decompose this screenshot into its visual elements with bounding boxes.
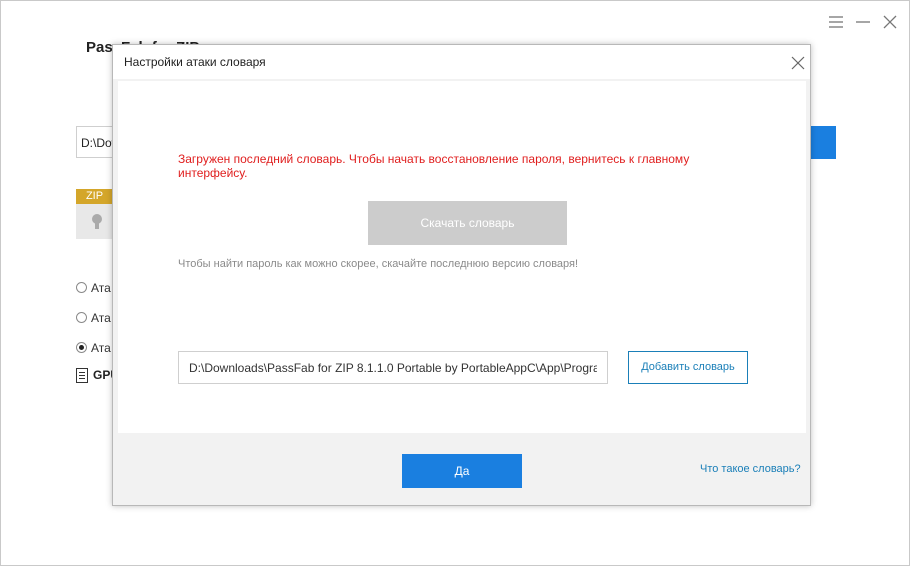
close-icon[interactable] bbox=[790, 55, 806, 71]
attack-type-radio-1[interactable] bbox=[76, 282, 87, 293]
download-hint: Чтобы найти пароль как можно скорее, ска… bbox=[178, 258, 579, 270]
add-dictionary-button[interactable]: Добавить словарь bbox=[628, 351, 748, 384]
zip-file-thumbnail bbox=[76, 204, 113, 239]
document-icon bbox=[76, 368, 88, 383]
close-icon[interactable] bbox=[881, 13, 899, 31]
dialog-title: Настройки атаки словаря bbox=[124, 55, 266, 69]
attack-type-radio-2[interactable] bbox=[76, 312, 87, 323]
dictionary-settings-dialog: Настройки атаки словаря Загружен последн… bbox=[112, 44, 811, 506]
zip-badge: ZIP bbox=[76, 189, 113, 204]
ok-button[interactable]: Да bbox=[402, 454, 522, 488]
attack-type-label-2: Ата bbox=[91, 311, 111, 325]
menu-icon[interactable] bbox=[827, 13, 845, 31]
lock-icon bbox=[92, 214, 102, 229]
dialog-body: Загружен последний словарь. Чтобы начать… bbox=[118, 81, 806, 433]
dialog-header: Настройки атаки словаря bbox=[113, 45, 810, 79]
app-window: PassFab for ZIP D:\Dow ZIP Ата Ата Ата G… bbox=[0, 0, 910, 566]
attack-type-radio-3[interactable] bbox=[76, 342, 87, 353]
attack-type-label-3: Ата bbox=[91, 341, 111, 355]
status-message: Загружен последний словарь. Чтобы начать… bbox=[178, 152, 690, 180]
dictionary-path-input[interactable] bbox=[178, 351, 608, 384]
download-dictionary-button[interactable]: Скачать словарь bbox=[368, 201, 567, 245]
attack-type-label-1: Ата bbox=[91, 281, 111, 295]
what-is-dictionary-link[interactable]: Что такое словарь? bbox=[700, 463, 801, 475]
minimize-icon[interactable] bbox=[854, 13, 872, 31]
